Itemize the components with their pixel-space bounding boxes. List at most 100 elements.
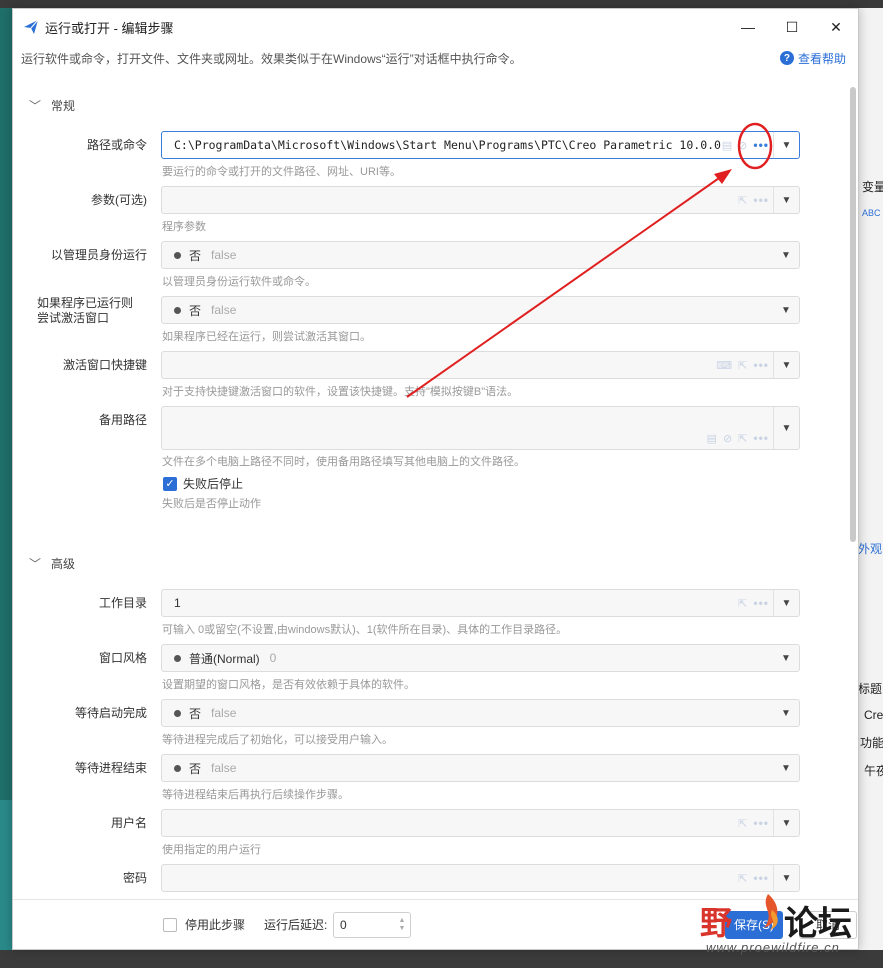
username-input[interactable]: ⇱ ••• ▼ [161, 809, 800, 837]
chevron-down-icon[interactable]: ▼ [773, 352, 799, 378]
stop-on-fail-label: 失败后停止 [183, 477, 244, 491]
form-scroll-area[interactable]: ﹀ 常规 路径或命令 C:\ProgramData\Microsoft\Wind… [13, 87, 858, 897]
workdir-hint: 可输入 0或留空(不设置,由windows默认)、1(软件所在目录)、具体的工作… [162, 624, 568, 636]
chevron-down-icon[interactable]: ▼ [773, 187, 799, 213]
backup-textarea[interactable]: ▤ ⊘ ⇱ ••• ▼ [161, 406, 800, 450]
watermark-url: www.proewildfire.cn [706, 940, 840, 955]
open-external-icon[interactable]: ⇱ [738, 597, 747, 610]
radio-dot-icon [174, 654, 181, 662]
unchecked-box-icon[interactable] [163, 917, 177, 932]
path-input[interactable]: C:\ProgramData\Microsoft\Windows\Start M… [161, 131, 800, 159]
wait-exit-option: 否 [189, 761, 202, 776]
password-label: 密码 [122, 871, 147, 885]
delay-value: 0 [340, 917, 347, 932]
window-title: 运行或打开 - 编辑步骤 [45, 20, 174, 36]
activate-select[interactable]: 否 false ▼ [161, 296, 800, 324]
activate-label: 如果程序已运行则尝试激活窗口 [37, 296, 134, 325]
chevron-down-icon[interactable]: ▼ [773, 810, 799, 836]
radio-dot-icon [174, 764, 181, 772]
activate-option: 否 [189, 303, 202, 318]
more-options-icon[interactable]: ••• [753, 358, 769, 372]
admin-sub: false [211, 248, 237, 262]
maximize-button[interactable]: ☐ [770, 9, 814, 45]
more-options-icon[interactable]: ••• [753, 816, 769, 830]
open-external-icon[interactable]: ⇱ [738, 194, 747, 207]
wait-exit-label: 等待进程结束 [74, 761, 147, 775]
chevron-down-icon[interactable]: ▼ [773, 297, 799, 323]
chevron-down-icon: ﹀ [29, 99, 42, 113]
admin-option: 否 [189, 248, 202, 263]
wait-exit-select[interactable]: 否 false ▼ [161, 754, 800, 782]
args-label: 参数(可选) [91, 193, 147, 207]
vertical-scrollbar[interactable] [850, 87, 856, 542]
wait-start-select[interactable]: 否 false ▼ [161, 699, 800, 727]
open-external-icon[interactable]: ⇱ [738, 432, 747, 445]
wait-start-sub: false [211, 706, 237, 720]
wait-exit-hint: 等待进程结束后再执行后续操作步骤。 [162, 789, 349, 801]
section-advanced[interactable]: ﹀ 高级 [13, 555, 75, 572]
chevron-down-icon[interactable]: ▼ [773, 132, 799, 158]
section-general-label: 常规 [51, 99, 76, 113]
title-bar: 运行或打开 - 编辑步骤 — ☐ ✕ [13, 9, 858, 45]
path-label: 路径或命令 [86, 138, 147, 152]
bg-label-title: 标题 [858, 682, 883, 696]
wait-start-label: 等待启动完成 [74, 706, 147, 720]
backup-label: 备用路径 [98, 413, 147, 427]
watermark-luntan: 论坛 [784, 904, 852, 944]
bg-label-cre: Cre [864, 708, 883, 722]
more-options-icon[interactable]: ••• [753, 138, 769, 152]
section-advanced-label: 高级 [51, 557, 76, 571]
calendar-icon[interactable]: ▤ [722, 139, 732, 152]
delay-label: 运行后延迟: [264, 918, 328, 932]
chevron-down-icon[interactable]: ▼ [773, 755, 799, 781]
close-button[interactable]: ✕ [814, 9, 858, 45]
chevron-down-icon[interactable]: ▼ [773, 242, 799, 268]
calendar-icon[interactable]: ▤ [707, 432, 717, 445]
stop-on-fail-checkbox[interactable]: ✓ 失败后停止 [163, 475, 243, 492]
chevron-down-icon[interactable]: ▼ [773, 590, 799, 616]
args-input[interactable]: ⇱ ••• ▼ [161, 186, 800, 214]
chevron-down-icon[interactable]: ▼ [773, 700, 799, 726]
chevron-down-icon[interactable]: ▼ [773, 407, 799, 449]
help-link[interactable]: ? 查看帮助 [779, 50, 846, 67]
help-label: 查看帮助 [797, 51, 846, 66]
more-options-icon[interactable]: ••• [753, 596, 769, 610]
winstyle-label: 窗口风格 [98, 651, 147, 665]
send-icon [24, 19, 39, 34]
disable-step-label: 停用此步骤 [185, 918, 246, 932]
minimize-button[interactable]: — [726, 9, 770, 45]
wait-exit-sub: false [211, 761, 237, 775]
checkmark-icon[interactable]: ✓ [163, 476, 177, 491]
attach-icon[interactable]: ⊘ [723, 432, 732, 445]
username-label: 用户名 [110, 816, 147, 830]
winstyle-option: 普通(Normal) [189, 651, 260, 666]
radio-dot-icon [174, 709, 181, 717]
workdir-input[interactable]: 1 ⇱ ••• ▼ [161, 589, 800, 617]
bg-label-variable: 变量 [862, 180, 883, 194]
disable-step-checkbox[interactable]: 停用此步骤 [163, 916, 245, 933]
help-icon: ? [779, 51, 794, 65]
more-options-icon[interactable]: ••• [753, 193, 769, 207]
more-options-icon[interactable]: ••• [753, 431, 769, 445]
hotkey-label: 激活窗口快捷键 [62, 358, 147, 372]
admin-label: 以管理员身份运行 [50, 248, 147, 262]
bg-label-midnight: 午夜 [864, 764, 883, 778]
section-general[interactable]: ﹀ 常规 [13, 97, 75, 114]
hotkey-hint: 对于支持快捷键激活窗口的软件，设置该快捷键。支持"模拟按键B"语法。 [162, 386, 519, 398]
delay-spinbox[interactable]: 0 ▲ ▼ [333, 911, 411, 938]
admin-hint: 以管理员身份运行软件或命令。 [162, 276, 316, 288]
winstyle-select[interactable]: 普通(Normal) 0 ▼ [161, 644, 800, 672]
admin-select[interactable]: 否 false ▼ [161, 241, 800, 269]
background-right-panel [858, 8, 883, 968]
bg-label-appearance: 外观 [858, 542, 883, 556]
open-external-icon[interactable]: ⇱ [738, 359, 747, 372]
open-external-icon[interactable]: ⇱ [738, 817, 747, 830]
args-hint: 程序参数 [162, 221, 206, 233]
hotkey-input[interactable]: ⌨ ⇱ ••• ▼ [161, 351, 800, 379]
chevron-down-icon[interactable]: ▼ [773, 645, 799, 671]
attach-icon[interactable]: ⊘ [738, 139, 747, 152]
edit-step-dialog: 运行或打开 - 编辑步骤 — ☐ ✕ 运行软件或命令，打开文件、文件夹或网址。效… [12, 8, 859, 950]
path-hint: 要运行的命令或打开的文件路径、网址、URI等。 [162, 166, 401, 178]
spinner-arrows-icon[interactable]: ▲ ▼ [396, 917, 408, 933]
keyboard-icon[interactable]: ⌨ [716, 359, 732, 372]
